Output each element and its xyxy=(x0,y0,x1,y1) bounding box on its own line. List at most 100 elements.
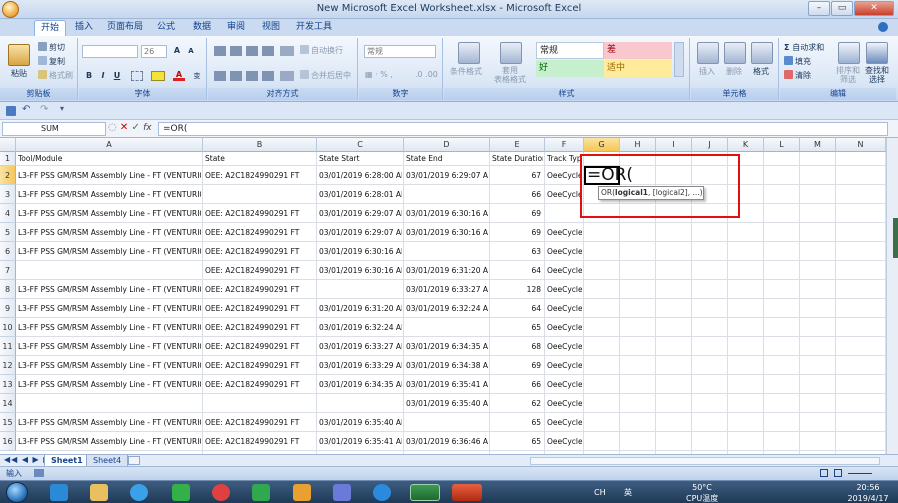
column-header-h[interactable]: H xyxy=(620,138,656,152)
vertical-scrollbar[interactable] xyxy=(886,138,898,454)
delete-cells-button[interactable]: 删除 xyxy=(726,66,742,77)
table-cell[interactable]: OEE: A2C1824990291 FT xyxy=(205,418,315,428)
table-cell[interactable]: 65 xyxy=(492,323,543,333)
table-cell[interactable]: OeeCycle xyxy=(547,285,582,295)
row-header-1[interactable]: 1 xyxy=(0,152,16,166)
format-cells-button[interactable]: 格式 xyxy=(753,66,769,77)
row-header-10[interactable]: 10 xyxy=(0,318,16,337)
table-cell[interactable]: L3-FF PSS GM/RSM Assembly Line - FT (VEN… xyxy=(18,323,201,333)
table-cell[interactable]: OeeCycle xyxy=(547,418,582,428)
sort-filter-button[interactable]: 排序和 筛选 xyxy=(836,66,860,84)
table-cell[interactable]: 66 xyxy=(492,380,543,390)
archive-app-icon[interactable] xyxy=(293,484,311,501)
table-cell[interactable]: 69 xyxy=(492,361,543,371)
file-explorer-icon[interactable] xyxy=(90,484,108,501)
pinwheel-app-icon[interactable] xyxy=(212,484,230,501)
row-header-16[interactable]: 16 xyxy=(0,432,16,451)
column-title-cell[interactable]: Track Typ xyxy=(547,154,582,164)
table-cell[interactable]: OeeCycle xyxy=(547,437,582,447)
tab-insert[interactable]: 插入 xyxy=(70,20,98,36)
table-cell[interactable]: 03/01/2019 6:33:27 AM xyxy=(406,285,488,295)
column-header-j[interactable]: J xyxy=(692,138,728,152)
new-sheet-icon[interactable] xyxy=(128,456,140,465)
table-cell[interactable]: 03/01/2019 6:30:16 AM xyxy=(406,228,488,238)
style-good[interactable]: 好 xyxy=(536,60,604,77)
binoculars-icon[interactable] xyxy=(866,42,888,64)
cloud-app-icon[interactable] xyxy=(130,484,148,501)
wrap-text-button[interactable]: 自动换行 xyxy=(300,45,343,56)
row-header-5[interactable]: 5 xyxy=(0,223,16,242)
row-header-8[interactable]: 8 xyxy=(0,280,16,299)
table-cell[interactable]: L3-FF PSS GM/RSM Assembly Line - FT (VEN… xyxy=(18,342,201,352)
table-cell[interactable]: 62 xyxy=(492,399,543,409)
indent-icon[interactable] xyxy=(280,71,294,81)
restore-button[interactable]: ▭ xyxy=(831,1,853,16)
table-cell[interactable]: L3-FF PSS GM/RSM Assembly Line - FT (VEN… xyxy=(18,437,201,447)
macro-record-icon[interactable] xyxy=(34,469,44,477)
tab-home[interactable]: 开始 xyxy=(34,20,66,36)
tab-data[interactable]: 数据 xyxy=(188,20,216,36)
currency-format-icon[interactable]: ▦ · % , xyxy=(365,70,393,79)
shrink-font-icon[interactable]: A xyxy=(185,45,197,57)
worksheet-grid[interactable]: A B C D E F G H I J K L M N 1 Tool/Module State State Sta… xyxy=(0,138,886,454)
media-player-icon[interactable] xyxy=(252,484,270,501)
table-cell[interactable]: OEE: A2C1824990291 FT xyxy=(205,266,315,276)
row-header-15[interactable]: 15 xyxy=(0,413,16,432)
table-cell[interactable]: 03/01/2019 6:35:41 AM xyxy=(406,380,488,390)
table-cell[interactable]: OeeCycle xyxy=(547,228,582,238)
iqiyi-icon[interactable] xyxy=(172,484,190,501)
table-cell[interactable]: L3-FF PSS GM/RSM Assembly Line - FT (VEN… xyxy=(18,304,201,314)
expand-icon[interactable]: ◌ xyxy=(108,122,120,133)
row-header-6[interactable]: 6 xyxy=(0,242,16,261)
bold-button[interactable]: B xyxy=(83,70,95,82)
table-cell[interactable]: 68 xyxy=(492,342,543,352)
minimize-button[interactable]: – xyxy=(808,1,830,16)
tab-review[interactable]: 审阅 xyxy=(222,20,250,36)
style-bad[interactable]: 差 xyxy=(604,42,672,59)
format-painter-button[interactable]: 格式刷 xyxy=(38,70,73,81)
table-cell[interactable]: OEE: A2C1824990291 FT xyxy=(205,437,315,447)
row-header-12[interactable]: 12 xyxy=(0,356,16,375)
merge-center-button[interactable]: 合并后居中 xyxy=(300,70,351,81)
sort-filter-icon[interactable] xyxy=(838,42,860,64)
table-cell[interactable]: OEE: A2C1824990291 FT xyxy=(205,323,315,333)
row-header-13[interactable]: 13 xyxy=(0,375,16,394)
column-header-g[interactable]: G xyxy=(584,138,620,152)
start-button-icon[interactable] xyxy=(6,482,28,503)
ie-browser-icon[interactable] xyxy=(50,484,68,501)
undo-icon[interactable]: ↶ xyxy=(22,104,30,115)
column-header-e[interactable]: E xyxy=(490,138,545,152)
table-cell[interactable]: OEE: A2C1824990291 FT xyxy=(205,304,315,314)
table-cell[interactable]: OEE: A2C1824990291 FT xyxy=(205,228,315,238)
table-cell[interactable]: L3-FF PSS GM/RSM Assembly Line - FT (VEN… xyxy=(18,209,201,219)
column-header-b[interactable]: B xyxy=(203,138,317,152)
table-cell[interactable]: L3-FF PSS GM/RSM Assembly Line - FT (VEN… xyxy=(18,171,201,181)
font-name-combo[interactable] xyxy=(82,45,138,58)
borders-icon[interactable] xyxy=(131,71,143,81)
fill-color-icon[interactable] xyxy=(151,71,165,81)
table-cell[interactable]: 03/01/2019 6:29:07 AM xyxy=(319,209,402,219)
table-cell[interactable]: 69 xyxy=(492,228,543,238)
table-cell[interactable]: 64 xyxy=(492,266,543,276)
row-header-11[interactable]: 11 xyxy=(0,337,16,356)
number-format-combo[interactable]: 常规 xyxy=(364,45,436,58)
table-cell[interactable]: 03/01/2019 6:32:24 AM xyxy=(406,304,488,314)
column-header-m[interactable]: M xyxy=(800,138,836,152)
table-cell[interactable]: 03/01/2019 6:28:00 AM xyxy=(319,171,402,181)
column-header-c[interactable]: C xyxy=(317,138,404,152)
table-cell[interactable]: L3-FF PSS GM/RSM Assembly Line - FT (VEN… xyxy=(18,247,201,257)
insert-cells-button[interactable]: 插入 xyxy=(699,66,715,77)
delete-cells-icon[interactable] xyxy=(724,42,746,64)
column-header-d[interactable]: D xyxy=(404,138,490,152)
tab-view[interactable]: 视图 xyxy=(257,20,285,36)
conditional-format-icon[interactable] xyxy=(458,42,480,64)
table-cell[interactable]: 03/01/2019 6:33:27 AM xyxy=(319,342,402,352)
row-header-4[interactable]: 4 xyxy=(0,204,16,223)
table-cell[interactable]: OeeCycle xyxy=(547,171,582,181)
tab-developer[interactable]: 开发工具 xyxy=(292,20,336,36)
table-cell[interactable]: L3-FF PSS GM/RSM Assembly Line - FT (VEN… xyxy=(18,418,201,428)
table-cell[interactable]: OEE: A2C1824990291 FT xyxy=(205,285,315,295)
table-cell[interactable]: OEE: A2C1824990291 FT xyxy=(205,342,315,352)
table-cell[interactable]: OeeCycle xyxy=(547,190,582,200)
table-cell[interactable]: OEE: A2C1824990291 FT xyxy=(205,247,315,257)
